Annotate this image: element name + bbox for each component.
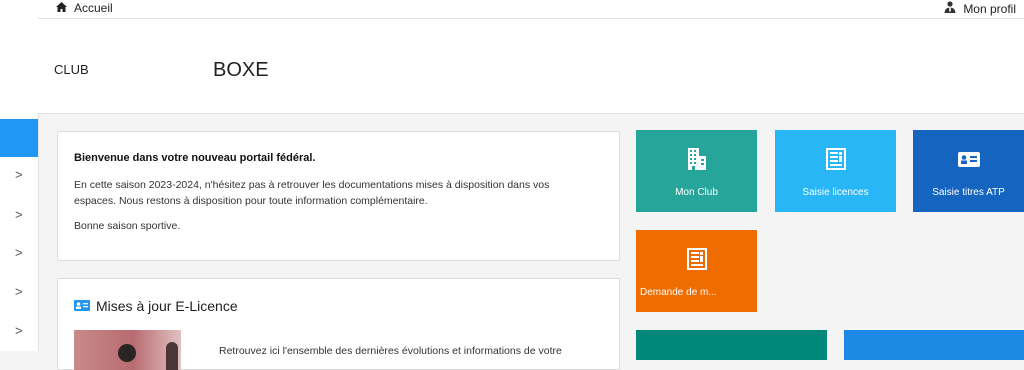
updates-title-text: Mises à jour E-Licence <box>96 298 238 314</box>
sidebar: > > > > > <box>0 0 39 351</box>
tile-saisie-titres-atp[interactable]: Saisie titres ATP <box>913 130 1024 212</box>
tile-mon-club[interactable]: Mon Club <box>636 130 757 212</box>
welcome-closing: Bonne saison sportive. <box>74 220 181 232</box>
tile-label: Saisie titres ATP <box>932 187 1005 198</box>
club-label: CLUB <box>54 62 89 77</box>
tile-partial[interactable] <box>844 330 1024 360</box>
id-card-icon <box>913 152 1024 167</box>
document-icon <box>775 148 896 170</box>
sidebar-expand-chevron[interactable]: > <box>15 324 23 337</box>
profile-label: Mon profil <box>963 1 1016 16</box>
sidebar-expand-chevron[interactable]: > <box>15 285 23 298</box>
tile-demande[interactable]: Demande de m... <box>636 230 757 312</box>
tile-label: Mon Club <box>675 187 718 198</box>
welcome-card: Bienvenue dans votre nouveau portail féd… <box>57 131 620 261</box>
document-icon <box>636 248 757 270</box>
home-link[interactable]: Accueil <box>56 1 113 15</box>
sidebar-expand-chevron[interactable]: > <box>15 208 23 221</box>
sidebar-expand-chevron[interactable]: > <box>15 246 23 259</box>
updates-description: Retrouvez ici l'ensemble des dernières é… <box>219 345 562 357</box>
tile-label: Demande de m... <box>640 287 717 298</box>
updates-title: Mises à jour E-Licence <box>74 298 238 314</box>
building-icon <box>636 148 757 170</box>
tile-partial[interactable] <box>636 330 827 360</box>
top-bar: Accueil Mon profil <box>38 0 1024 19</box>
club-name: BOXE <box>213 59 269 81</box>
tile-saisie-licences[interactable]: Saisie licences <box>775 130 896 212</box>
updates-card: Mises à jour E-Licence Retrouvez ici l'e… <box>57 278 620 370</box>
home-icon <box>56 1 67 15</box>
club-header: CLUB BOXE <box>38 19 1024 114</box>
home-label: Accueil <box>74 1 113 15</box>
updates-thumbnail[interactable] <box>74 330 181 370</box>
id-card-icon <box>74 298 90 314</box>
sidebar-expand-chevron[interactable]: > <box>15 168 23 181</box>
user-icon <box>944 1 956 16</box>
welcome-title: Bienvenue dans votre nouveau portail féd… <box>74 152 316 164</box>
welcome-paragraph: En cette saison 2023-2024, n'hésitez pas… <box>74 179 550 207</box>
tile-label: Saisie licences <box>802 187 869 198</box>
sidebar-active-item[interactable] <box>0 119 38 157</box>
profile-link[interactable]: Mon profil <box>944 1 1016 16</box>
